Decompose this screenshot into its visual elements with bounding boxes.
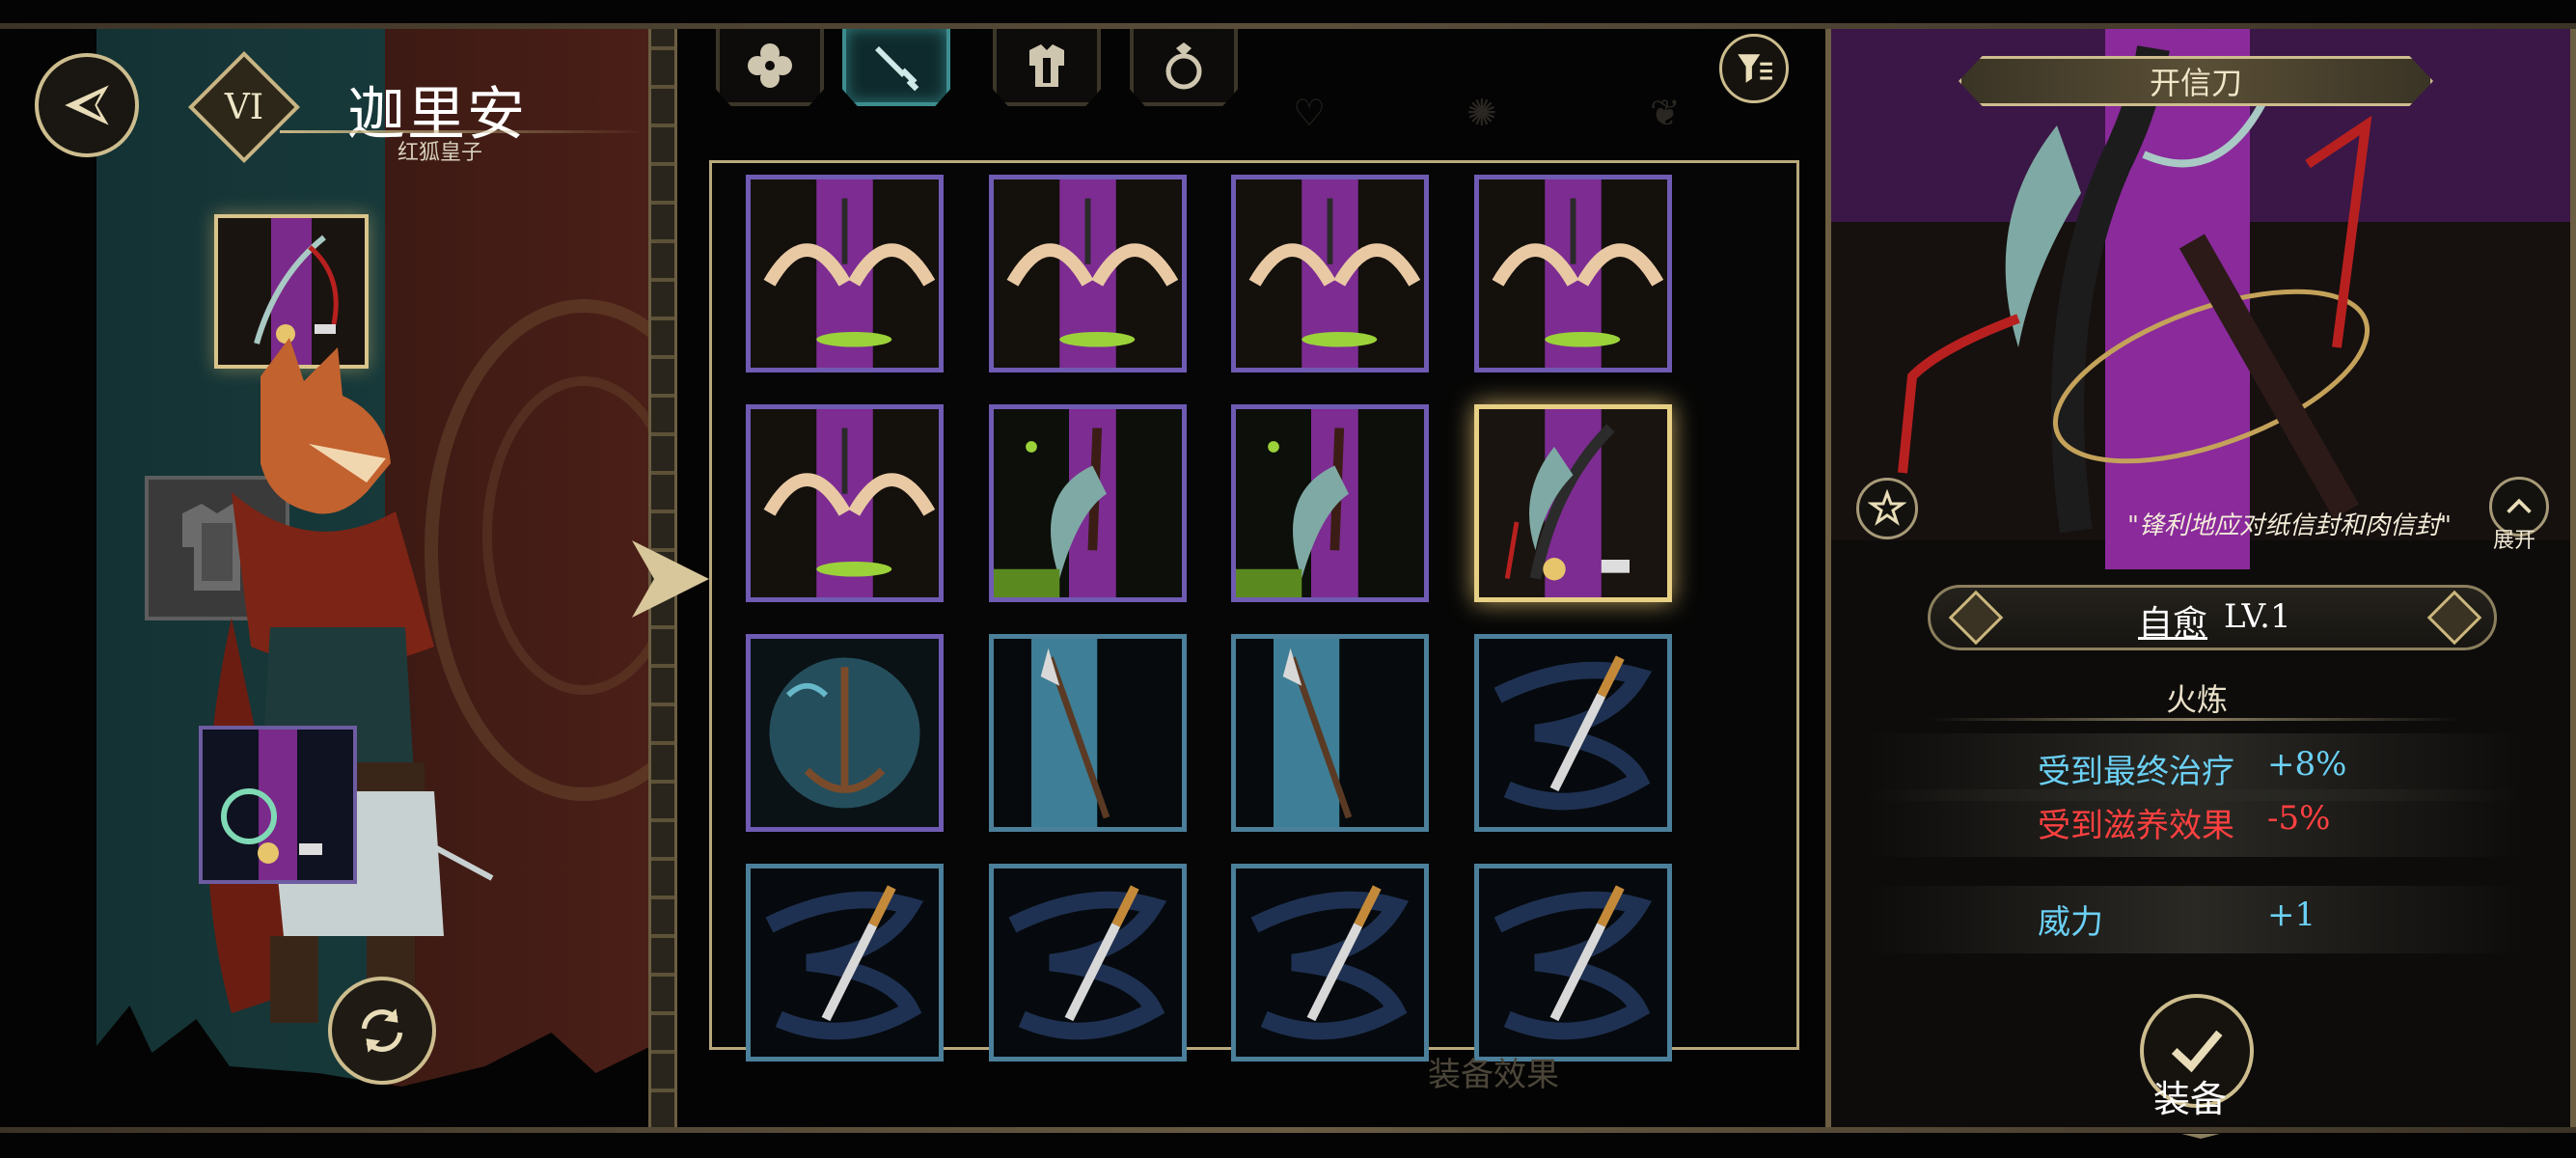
skill-name[interactable]: 自愈 <box>2138 595 2207 646</box>
name-underline <box>280 130 646 133</box>
equipped-trinket-slot[interactable] <box>199 726 357 884</box>
swap-button[interactable] <box>328 977 436 1085</box>
blue-knife-thumbnail <box>751 868 939 1057</box>
inventory-item-cell[interactable] <box>988 634 1187 832</box>
inventory-item-cell[interactable] <box>1231 175 1430 372</box>
blue-knife-thumbnail <box>1236 868 1425 1057</box>
power-value: +1 <box>2267 896 2316 934</box>
selection-arrow-icon <box>632 540 709 618</box>
dagger-icon <box>875 46 919 92</box>
section-title: 火炼 <box>2166 681 2229 718</box>
blue-anchor-thumbnail <box>751 639 939 827</box>
purple-scythe-thumbnail <box>1236 409 1425 597</box>
purple-hooks-thumbnail <box>993 179 1182 368</box>
blue-spear-thumbnail <box>1236 639 1425 827</box>
chevron-up-icon <box>2507 498 2532 514</box>
letter-opener-thumbnail <box>1478 409 1667 597</box>
fox-prince-character <box>207 338 494 1023</box>
hero-title: 红狐皇子 <box>397 141 483 165</box>
inventory-item-cell[interactable] <box>1473 175 1672 372</box>
tab-relics[interactable] <box>716 29 824 106</box>
blue-knife-thumbnail <box>993 868 1182 1057</box>
stat-value: +8% <box>2267 745 2347 784</box>
purple-hooks-thumbnail <box>751 179 939 368</box>
inventory-item-cell[interactable] <box>988 404 1187 602</box>
blue-knife-thumbnail <box>1478 868 1667 1057</box>
blue-spear-thumbnail <box>993 639 1182 827</box>
trinket-thumbnail <box>203 730 353 880</box>
skill-level: LV.1 <box>2224 597 2291 636</box>
filter-icon <box>1738 54 1772 83</box>
purple-hooks-thumbnail <box>1478 179 1667 368</box>
inventory-item-cell[interactable] <box>1231 864 1430 1062</box>
power-label: 威力 <box>2038 903 2103 942</box>
purple-hooks-thumbnail <box>751 409 939 597</box>
bottom-frame <box>0 1127 2576 1133</box>
heart-icon: ♡ <box>1293 92 1327 134</box>
back-arrow-icon <box>65 85 109 125</box>
inventory-item-cell[interactable] <box>746 634 944 832</box>
rank-label: VI <box>224 87 264 127</box>
refresh-icon <box>361 1008 403 1053</box>
tab-rings[interactable] <box>1130 29 1238 106</box>
power-row <box>1867 886 2523 953</box>
item-grid <box>709 160 1799 1062</box>
filter-button[interactable] <box>1719 34 1789 103</box>
favorite-button[interactable] <box>1856 478 1918 539</box>
star-icon <box>1868 489 1906 526</box>
inventory-item-cell[interactable] <box>746 175 944 372</box>
tab-armor[interactable] <box>993 29 1101 106</box>
wing-icon: ❦ <box>1650 92 1681 134</box>
section-divider <box>1930 718 2460 721</box>
sun-icon: ✺ <box>1466 92 1497 134</box>
armor-icon <box>1029 44 1064 87</box>
inventory-item-cell[interactable] <box>988 175 1187 372</box>
tab-weapons[interactable] <box>842 29 950 106</box>
inventory-item-cell[interactable] <box>1231 404 1430 602</box>
item-detail-panel <box>1825 29 2576 1127</box>
skill-bar[interactable] <box>1928 585 2497 650</box>
ring-icon <box>1165 42 1202 90</box>
stat-label: 受到最终治疗 <box>2038 753 2234 791</box>
equip-effect-label: 装备效果 <box>1428 1056 1559 1094</box>
inventory-item-cell[interactable] <box>988 864 1187 1062</box>
blue-knife-thumbnail <box>1478 639 1667 827</box>
flavor-text: "锋利地应对纸信封和肉信封" <box>2127 511 2452 540</box>
inventory-item-cell[interactable] <box>1473 404 1672 602</box>
item-name-banner: 开信刀 <box>1959 56 2433 106</box>
inventory-item-cell[interactable] <box>1473 864 1672 1062</box>
stat-label: 受到滋养效果 <box>2038 807 2234 845</box>
inventory-item-cell[interactable] <box>1231 634 1430 832</box>
inventory-item-cell[interactable] <box>746 864 944 1062</box>
purple-hooks-thumbnail <box>1236 179 1425 368</box>
expand-label: 展开 <box>2493 529 2536 553</box>
back-button[interactable] <box>35 53 139 157</box>
letter-opener-artwork <box>1898 29 2372 569</box>
purple-scythe-thumbnail <box>993 409 1182 597</box>
equip-button-label: 装备 <box>2153 1078 2228 1120</box>
stat-value: -5% <box>2267 799 2331 838</box>
inventory-item-cell[interactable] <box>1473 634 1672 832</box>
inventory-item-cell[interactable] <box>746 404 944 602</box>
clover-icon <box>748 43 792 88</box>
